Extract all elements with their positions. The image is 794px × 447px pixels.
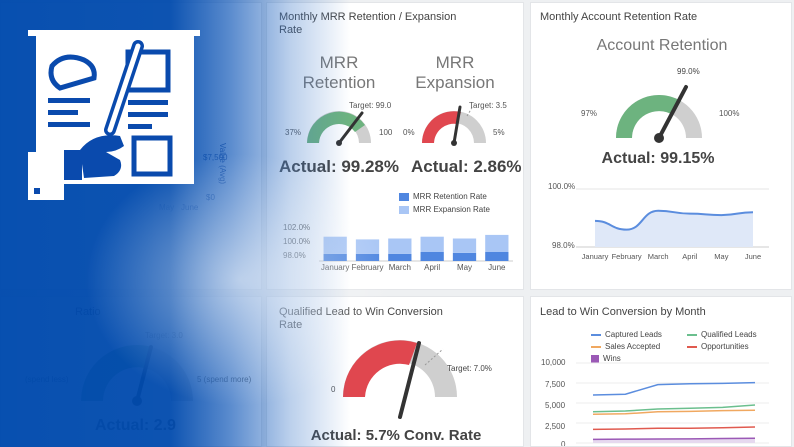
value-tick-7500: $7,500	[203, 153, 228, 162]
month-label: June	[744, 252, 762, 261]
lead-series-line-3	[592, 426, 756, 431]
account-retention-panel: Monthly Account Retention Rate Account R…	[530, 2, 792, 290]
mrr-bar-retention	[355, 253, 380, 261]
mrr-bar-chart	[319, 234, 513, 262]
mrr-bar-retention	[452, 252, 477, 261]
ratio-gauge-fill	[80, 344, 152, 401]
ratio-left-label: (spend less)	[25, 375, 69, 384]
mrr-bar-expansion	[452, 238, 477, 253]
lead-to-win-panel: Lead to Win Conversion by Month Captured…	[530, 296, 792, 447]
ratio-actual: Actual: 2.9	[95, 417, 176, 434]
value-month-june: June	[181, 203, 199, 212]
value-axis-label: Value (Avg)	[218, 143, 227, 185]
qualified-target: Target: 7.0%	[447, 364, 492, 373]
mrr-bar-expansion	[355, 239, 380, 254]
presentation-icon	[28, 30, 200, 200]
mrr-bar-expansion	[323, 236, 347, 254]
value-tick-0: $0	[206, 193, 215, 202]
lead-series-line-0	[592, 381, 756, 396]
qualified-lead-panel: Qualified Lead to Win Conversion Rate Ta…	[266, 296, 524, 447]
qualified-min: 0	[331, 385, 336, 394]
mrr-bar-retention	[323, 253, 347, 261]
mrr-bar-expansion	[388, 238, 412, 254]
ratio-gauge-hub	[132, 396, 142, 406]
mrr-bar-expansion	[485, 234, 509, 252]
ratio-target: Target: 3.0	[145, 331, 183, 340]
mrr-month-label: June	[488, 263, 506, 272]
qualified-actual: Actual: 5.7% Conv. Rate	[310, 427, 482, 444]
value-month-may: May	[159, 203, 175, 212]
lead-line-chart	[576, 362, 769, 444]
mrr-bar-retention	[485, 252, 509, 261]
account-area-chart	[576, 188, 769, 248]
mrr-bar-retention	[388, 253, 412, 261]
mrr-bar-expansion	[420, 236, 444, 252]
mrr-bar-retention	[420, 252, 444, 261]
mrr-retention-panel: Monthly MRR Retention / Expansion Rate M…	[266, 2, 524, 290]
ratio-right-label: 5 (spend more)	[197, 375, 252, 384]
ratio-panel: Ratio Target: 3.0 (spend less) 5 (spend …	[0, 296, 262, 447]
